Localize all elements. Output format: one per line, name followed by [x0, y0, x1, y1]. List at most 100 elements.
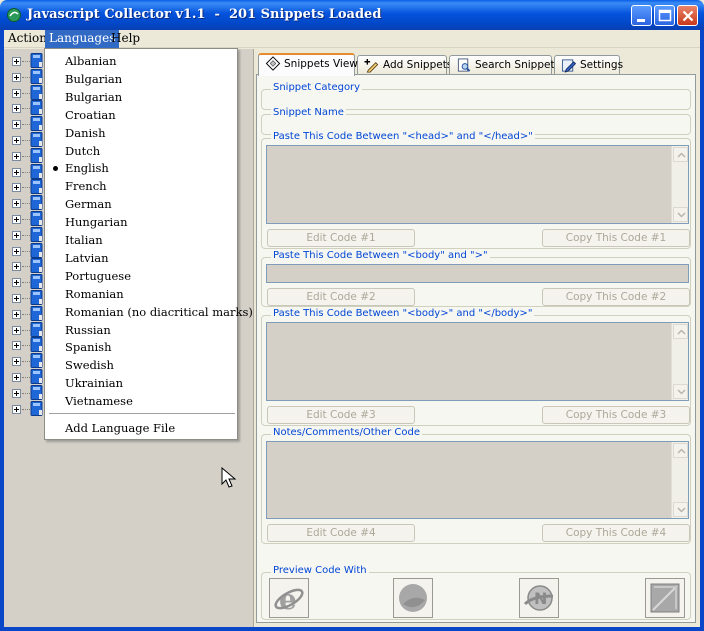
plus-box-icon[interactable] [12, 151, 21, 161]
maximize-button[interactable] [654, 5, 675, 26]
menu-item-language[interactable]: Dutch [65, 142, 100, 160]
scrollbar[interactable] [671, 442, 688, 518]
copy-code-4-button[interactable]: Copy This Code #4 [542, 524, 690, 542]
preview-group: Preview Code With e N [261, 565, 691, 620]
edit-code-4-button[interactable]: Edit Code #4 [267, 524, 415, 542]
plus-box-icon[interactable] [12, 230, 21, 240]
code-section-2: Paste This Code Between "<body" and ">" … [261, 250, 691, 307]
menu-item-language[interactable]: French [65, 177, 107, 195]
plus-box-icon[interactable] [12, 57, 21, 66]
plus-box-icon[interactable] [12, 373, 21, 382]
plus-box-icon[interactable] [12, 294, 21, 303]
scroll-up-button[interactable] [673, 147, 688, 162]
scroll-down-button[interactable] [673, 502, 688, 517]
menu-item-language[interactable]: Portuguese [65, 267, 131, 285]
preview-browser-button[interactable] [393, 578, 433, 618]
tab-search-snippets[interactable]: Search Snippets [449, 55, 560, 75]
book-icon [30, 400, 43, 416]
netscape-icon: N [523, 585, 554, 611]
copy-code-1-button[interactable]: Copy This Code #1 [542, 229, 690, 247]
chevron-up-icon [677, 152, 686, 158]
tab-add-snippets[interactable]: Add Snippets [357, 55, 452, 75]
plus-box-icon[interactable] [12, 246, 21, 256]
tree-connector [22, 155, 30, 157]
minimize-button[interactable] [631, 5, 652, 26]
plus-box-icon[interactable] [12, 72, 21, 82]
plus-box-icon[interactable] [12, 215, 21, 224]
book-icon [30, 147, 43, 163]
menu-item-language[interactable]: Russian [65, 321, 111, 339]
plus-box-icon[interactable] [12, 404, 21, 414]
code-section-3: Paste This Code Between "<body>" and "</… [261, 308, 691, 426]
menu-item-language[interactable]: Spanish [65, 338, 112, 356]
menu-item-language[interactable]: Swedish [65, 356, 114, 374]
menu-item-language[interactable]: Bulgarian [65, 88, 122, 106]
edit-code-1-button[interactable]: Edit Code #1 [267, 229, 415, 247]
edit-code-2-button[interactable]: Edit Code #2 [267, 288, 415, 306]
scrollbar[interactable] [671, 146, 688, 223]
plus-box-icon[interactable] [12, 183, 21, 193]
plus-box-icon[interactable] [12, 136, 21, 145]
snippet-category-field[interactable] [266, 94, 686, 107]
app-icon [7, 8, 21, 22]
plus-box-icon[interactable] [12, 325, 21, 335]
copy-code-2-button[interactable]: Copy This Code #2 [542, 288, 690, 306]
code-section-label: Paste This Code Between "<body" and ">" [271, 250, 490, 261]
menu-item-language[interactable]: Italian [65, 231, 103, 249]
plus-box-icon[interactable] [12, 388, 21, 398]
plus-box-icon[interactable] [12, 309, 21, 319]
plus-box-icon[interactable] [12, 262, 21, 272]
book-icon [30, 163, 43, 179]
tab-snippets-view[interactable]: Snippets View [258, 53, 358, 76]
book-icon [30, 290, 43, 305]
preview-firefox-button[interactable] [645, 578, 685, 618]
tree-connector [22, 124, 30, 126]
scroll-down-button[interactable] [673, 207, 688, 222]
menu-help[interactable]: Help [107, 30, 144, 48]
copy-code-3-button[interactable]: Copy This Code #3 [542, 406, 690, 424]
preview-netscape-button[interactable]: N [519, 578, 559, 618]
tree-connector [22, 187, 30, 189]
plus-box-icon[interactable] [12, 104, 21, 114]
menu-item-language[interactable]: Romanian [65, 285, 124, 303]
plus-box-icon[interactable] [12, 341, 21, 351]
menu-item-language[interactable]: Romanian (no diacritical marks) [65, 303, 253, 321]
plus-box-icon[interactable] [12, 167, 21, 177]
preview-ie-button[interactable]: e [269, 578, 309, 618]
menu-item-add-language-file[interactable]: Add Language File [65, 419, 175, 437]
tab-settings[interactable]: Settings [554, 55, 623, 75]
plus-box-icon[interactable] [12, 88, 21, 98]
menu-action[interactable]: Action [4, 30, 51, 48]
scroll-down-button[interactable] [673, 384, 688, 399]
scrollbar[interactable] [671, 323, 688, 400]
code-textarea-4[interactable] [266, 441, 689, 519]
menu-item-language[interactable]: Ukrainian [65, 374, 123, 392]
plus-box-icon[interactable] [12, 278, 21, 288]
close-button[interactable] [677, 5, 698, 26]
menu-item-language[interactable]: Latvian [65, 249, 109, 267]
menu-item-language[interactable]: Danish [65, 124, 105, 142]
menu-item-language[interactable]: English [65, 159, 109, 177]
book-icon [30, 321, 43, 337]
plus-box-icon[interactable] [12, 357, 21, 367]
tree-connector [22, 313, 30, 315]
chevron-down-icon [677, 507, 686, 513]
menu-item-language[interactable]: Croatian [65, 106, 116, 124]
book-icon [30, 337, 43, 353]
plus-box-icon[interactable] [12, 120, 21, 130]
snippets-view-panel: Snippet Category Snippet Name Paste This… [256, 74, 696, 623]
tree-connector [22, 76, 30, 78]
menu-item-language[interactable]: Bulgarian [65, 70, 122, 88]
menu-item-language[interactable]: Hungarian [65, 213, 128, 231]
menu-item-language[interactable]: Albanian [65, 52, 117, 70]
plus-box-icon[interactable] [12, 199, 21, 209]
title-bar[interactable]: Javascript Collector v1.1 - 201 Snippets… [0, 0, 704, 30]
menu-item-language[interactable]: Vietnamese [65, 392, 133, 410]
scroll-up-button[interactable] [673, 443, 688, 458]
code-textarea-3[interactable] [266, 322, 689, 401]
menu-item-language[interactable]: German [65, 195, 112, 213]
edit-code-3-button[interactable]: Edit Code #3 [267, 406, 415, 424]
code-textarea-2[interactable] [266, 264, 689, 283]
code-textarea-1[interactable] [266, 145, 689, 224]
scroll-up-button[interactable] [673, 324, 688, 339]
